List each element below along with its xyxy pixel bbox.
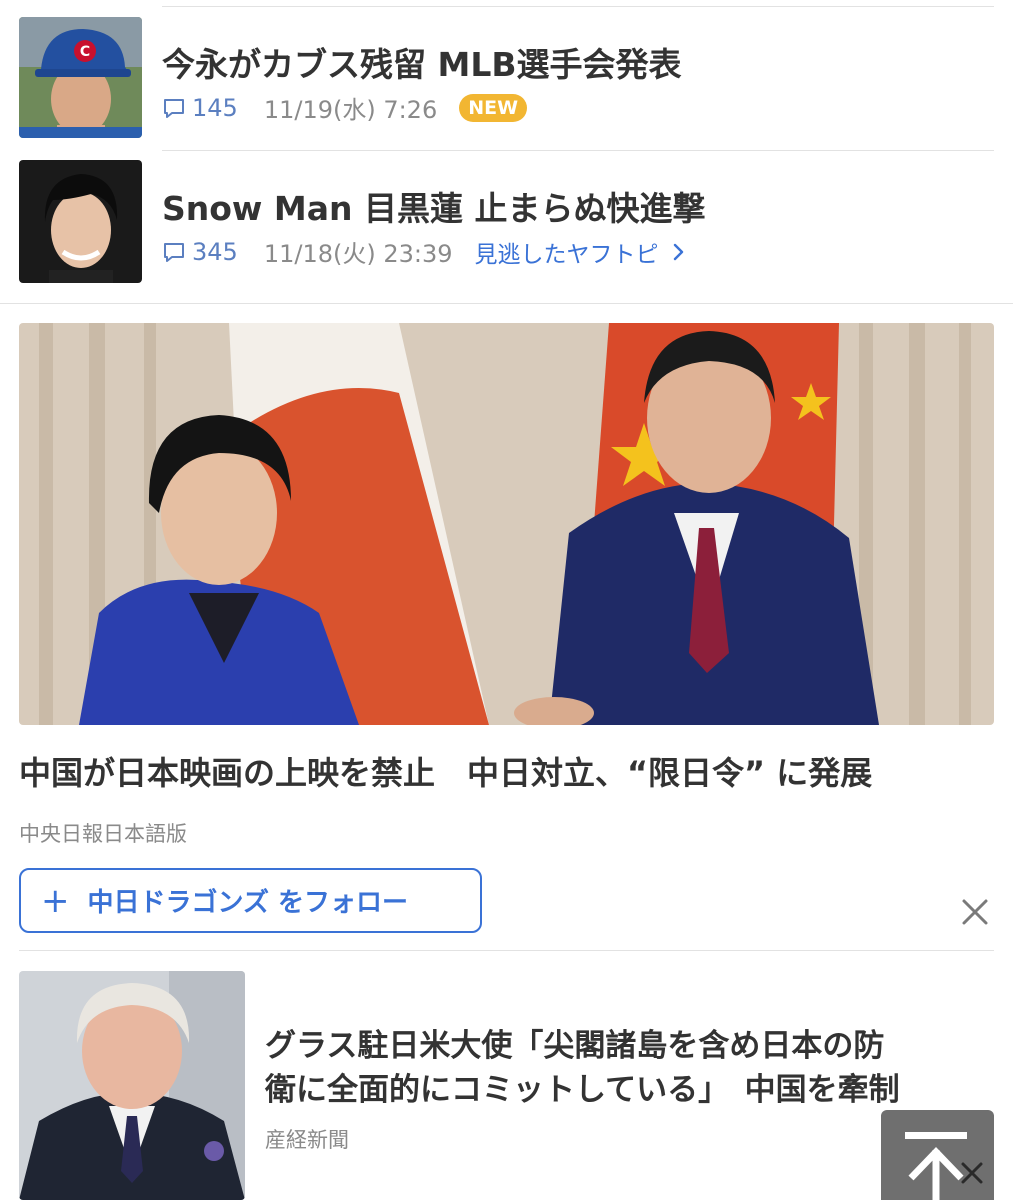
scroll-to-top-icon	[905, 1132, 983, 1200]
article-meta: 345 11/18(火) 23:39 見逃したヤフトピ	[162, 234, 689, 269]
follow-button-label: 中日ドラゴンズ をフォロー	[87, 888, 409, 918]
chevron-right-icon	[673, 243, 683, 260]
comment-bubble-icon	[164, 242, 184, 262]
feature-source: 中央日報日本語版	[19, 822, 187, 846]
follow-button[interactable]: + 中日ドラゴンズ をフォロー	[19, 868, 482, 933]
divider	[19, 950, 994, 951]
svg-text:C: C	[80, 44, 90, 60]
missed-topics-label: 見逃したヤフトピ	[474, 241, 659, 268]
comment-count: 145	[162, 94, 238, 122]
comment-count-value: 345	[192, 237, 238, 266]
article-timestamp: 11/18(火) 23:39	[263, 240, 453, 268]
article-timestamp: 11/19(水) 7:26	[263, 96, 438, 124]
article-headline[interactable]: Snow Man 目黒蓮 止まらぬ快進撃	[162, 182, 706, 230]
scroll-to-top-button[interactable]	[881, 1110, 994, 1200]
article-thumbnail[interactable]: C	[19, 17, 142, 138]
divider	[162, 6, 994, 7]
article-headline[interactable]: 今永がカブス残留 MLB選手会発表	[162, 38, 682, 86]
article-thumbnail[interactable]	[19, 971, 245, 1200]
close-icon[interactable]	[958, 895, 992, 929]
article-headline-line2[interactable]: 衛に全面的にコミットしている」 中国を牽制	[265, 1064, 900, 1109]
plus-icon: +	[41, 880, 70, 921]
article-meta: 145 11/19(水) 7:26 NEW	[162, 90, 528, 125]
divider	[0, 303, 1013, 304]
article-headline-line1[interactable]: グラス駐日米大使「尖閣諸島を含め日本の防	[265, 1020, 884, 1065]
comment-count-value: 145	[192, 93, 238, 122]
missed-topics-link[interactable]: 見逃したヤフトピ	[475, 235, 689, 269]
article-thumbnail[interactable]	[19, 160, 142, 283]
article-source: 産経新聞	[265, 1128, 349, 1152]
comment-count: 345	[162, 238, 238, 266]
new-badge: NEW	[459, 93, 528, 122]
comment-bubble-icon	[164, 98, 184, 118]
divider	[162, 150, 994, 151]
feature-photo[interactable]	[19, 323, 994, 725]
feature-headline[interactable]: 中国が日本映画の上映を禁止 中日対立、“限日令” に発展	[19, 748, 872, 794]
